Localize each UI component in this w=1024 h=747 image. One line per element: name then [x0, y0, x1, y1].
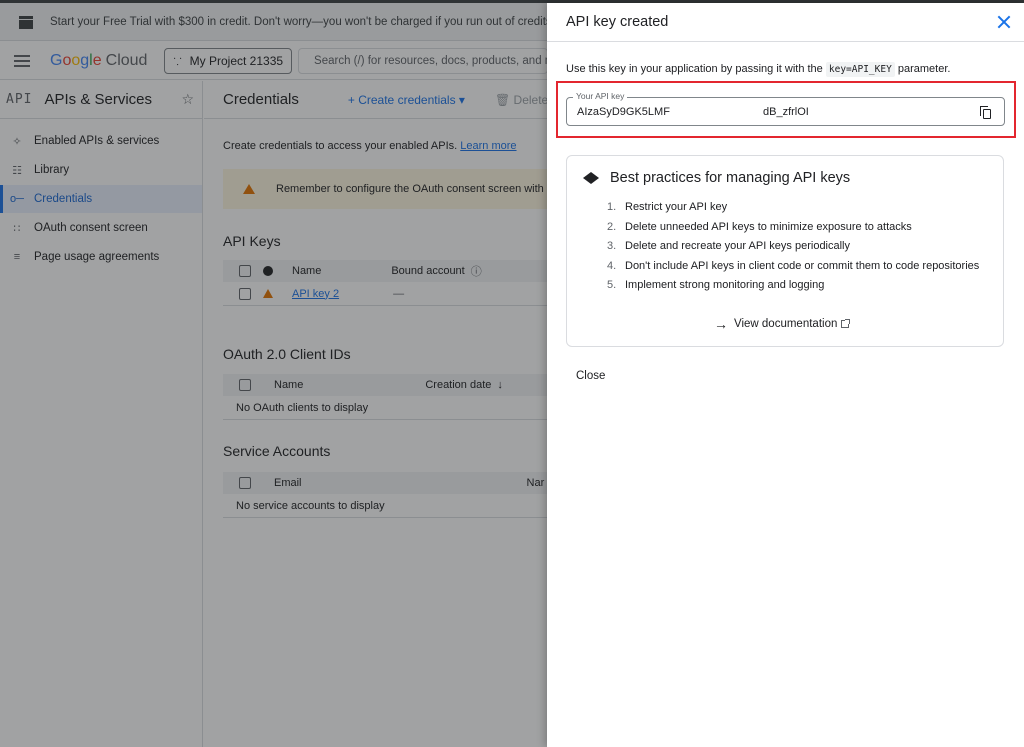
external-link-icon [841, 319, 851, 328]
panel-title: API key created [566, 14, 669, 30]
key-param-code: key=API_KEY [825, 62, 895, 77]
panel-header: API key created [547, 3, 1024, 42]
best-practices-title: Best practices for managing API keys [582, 170, 850, 186]
copy-icon[interactable] [980, 106, 991, 119]
view-documentation-link[interactable]: → View documentation [714, 316, 851, 332]
api-key-field[interactable]: Your API key AIzaSyD9GK5LMF dB_zfrlOI [566, 91, 1005, 126]
close-button[interactable]: Close [576, 370, 605, 382]
arrow-right-icon: → [714, 316, 728, 332]
list-item: 4. Don't include API keys in client code … [607, 259, 980, 272]
api-key-created-panel: API key created Use this key in your app… [547, 3, 1024, 747]
list-item: 1. Restrict your API key [607, 201, 728, 213]
best-practices-list: 1. Restrict your API key 2. Delete unneede… [607, 201, 979, 299]
api-key-value-end: dB_zfrlOI [763, 106, 809, 118]
panel-description: Use this key in your application by pass… [566, 62, 951, 77]
best-practices-card: Best practices for managing API keys 1. R… [566, 155, 1004, 347]
api-key-label: Your API key [573, 91, 628, 101]
list-item: 5. Implement strong monitoring and loggin… [607, 279, 825, 291]
graduation-cap-icon [582, 172, 600, 184]
api-key-value-start: AIzaSyD9GK5LMF [577, 106, 670, 118]
list-item: 3. Delete and recreate your API keys peri… [607, 240, 851, 252]
list-item: 2. Delete unneeded API keys to minimize e… [607, 220, 912, 233]
close-icon[interactable] [996, 14, 1012, 30]
